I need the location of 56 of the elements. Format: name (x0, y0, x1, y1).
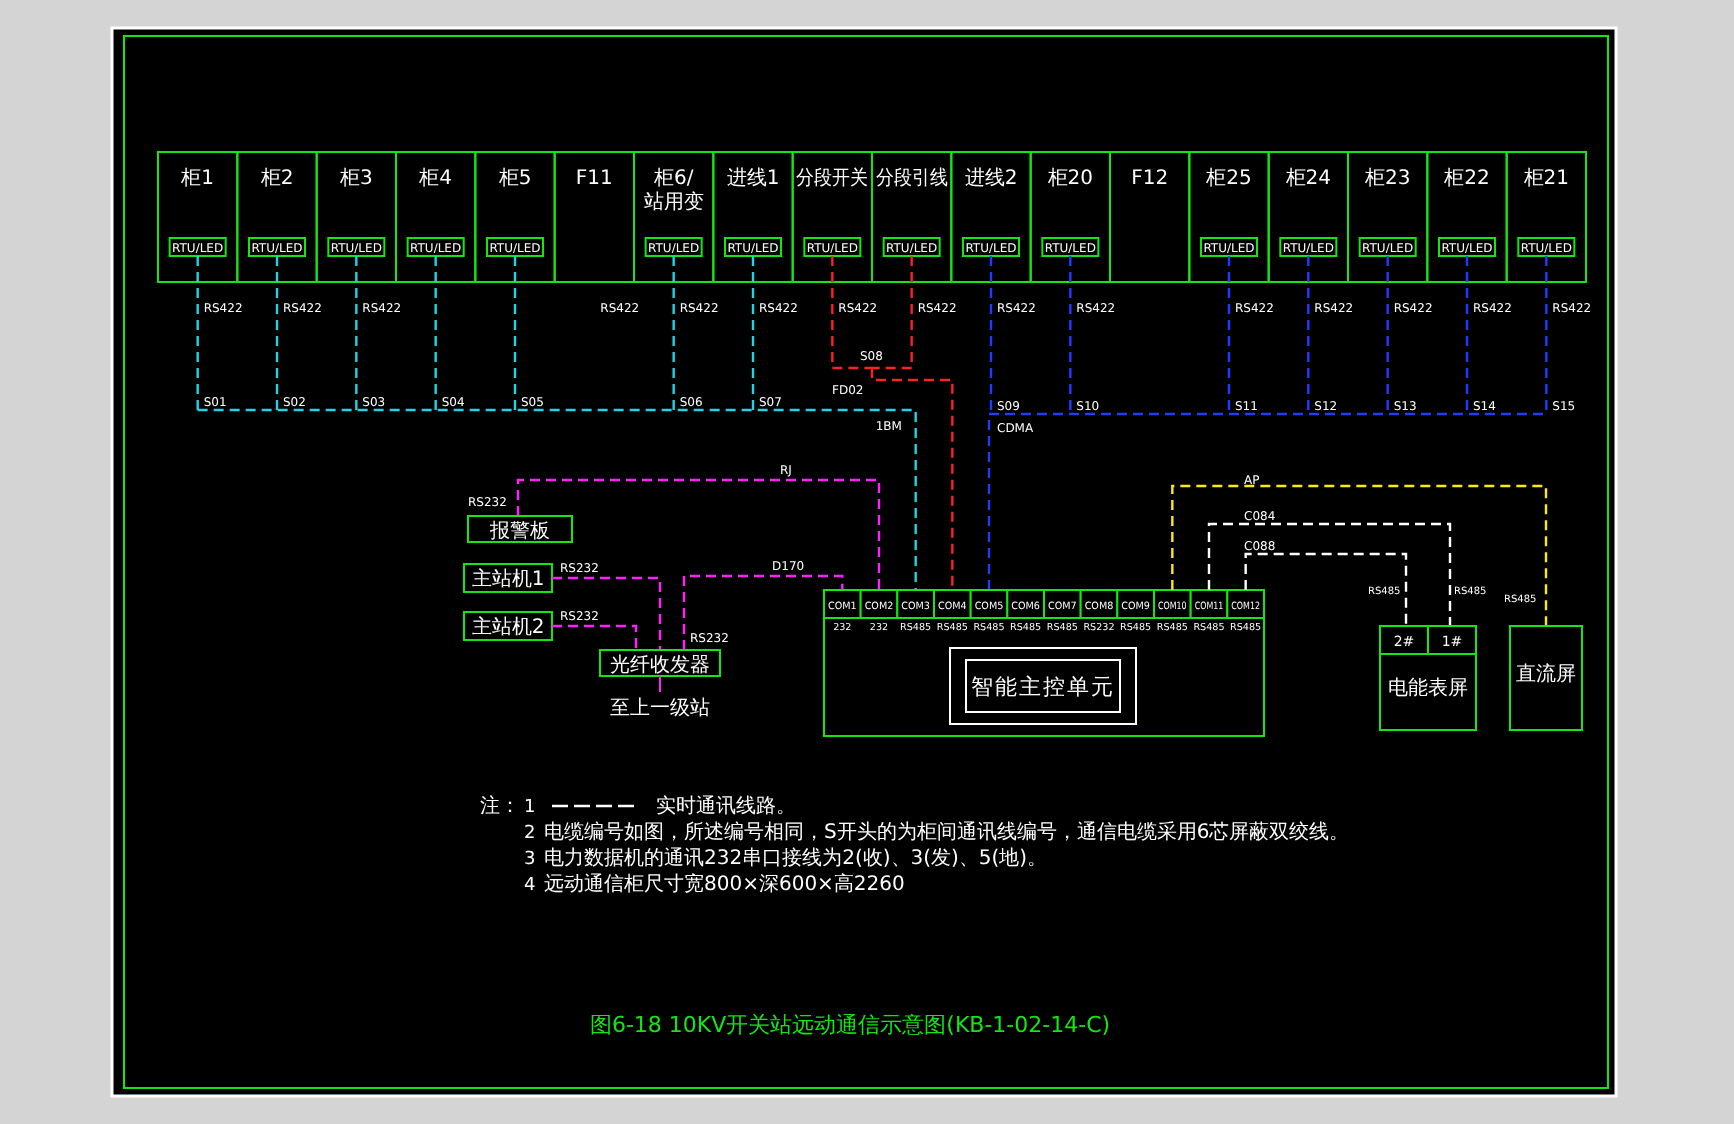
cabinet-label: 分段开关 (796, 168, 877, 190)
note-text: 电力数据机的通讯232串口接线为2(收)、3(发)、5(地)。 (544, 848, 1048, 870)
cabinet-panel (950, 151, 1032, 283)
device-label: 光纤收发器 (610, 655, 710, 677)
note-number: 3 (524, 850, 536, 870)
cabinet-label: F11 (575, 168, 613, 190)
cabinet-label: 柜2 (260, 168, 294, 190)
cabinet-panel (633, 151, 715, 283)
cabinet-label: 站用变 (643, 192, 704, 214)
legend-line (552, 804, 640, 808)
cabinet-panel (474, 151, 556, 283)
notes-heading: 注： (480, 796, 520, 818)
cabinet-panel (236, 151, 318, 283)
cabinet-panel (1505, 151, 1587, 283)
cabinet-label: 柜24 (1285, 168, 1332, 190)
station-label: 主站机1 (471, 569, 545, 591)
cabinet-label: 进线2 (964, 168, 1018, 190)
cabinet-panel (1029, 151, 1111, 283)
cabinet-panel (1267, 151, 1349, 283)
cabinet-panel (315, 151, 397, 283)
cabinet-label: 柜21 (1523, 168, 1570, 190)
cabinet-panel (395, 151, 477, 283)
cabinet-label: 柜20 (1047, 168, 1094, 190)
cabinet-label: 柜25 (1206, 168, 1252, 190)
destination-label: 至上一级站 (610, 698, 710, 720)
cabinet-label: 柜3 (339, 168, 373, 190)
cabinet-panel (712, 151, 794, 283)
cabinet-label: 柜5 (498, 168, 532, 190)
cabinet-panel (871, 151, 953, 283)
note-text: 远动通信柜尺寸宽800×深600×高2260 (544, 874, 905, 896)
cabinet-label: 柜6/ (653, 168, 694, 190)
note-text: 实时通讯线路。 (656, 796, 796, 818)
cabinet-panel (1188, 151, 1270, 283)
note-number: 4 (524, 876, 536, 896)
panel-label: 电能表屏 (1388, 678, 1468, 700)
panel-label: 直流屏 (1516, 664, 1576, 686)
cabinet-panel (1426, 151, 1508, 283)
cabinet-panel (1347, 151, 1429, 283)
cabinet-panel (157, 151, 239, 283)
cabinet-label: 进线1 (726, 168, 780, 190)
cabinet-label: 柜23 (1364, 168, 1411, 190)
controller-label: 智能主控单元 (971, 674, 1115, 700)
note-number: 2 (524, 824, 536, 844)
cabinet-label: 分段引线 (875, 168, 956, 190)
panel-label: 报警板 (490, 521, 550, 543)
cabinet-panel (1109, 151, 1191, 283)
note-text: 电缆编号如图，所述编号相同，S开头的为柜间通讯线编号，通信电缆采用6芯屏蔽双绞线。 (544, 822, 1350, 844)
note-number: 1 (524, 798, 536, 818)
cabinet-panel (791, 151, 873, 283)
cabinet-label: F12 (1131, 168, 1169, 190)
cabinet-panel (553, 151, 635, 283)
cabinet-label: 柜22 (1444, 168, 1490, 190)
station-label: 主站机2 (471, 617, 545, 639)
cabinet-label: 柜4 (419, 168, 453, 190)
cabinet-label: 柜1 (181, 168, 215, 190)
drawing-title: 图6-18 10KV开关站远动通信示意图(KB-1-02-14-C) (589, 1012, 1111, 1038)
